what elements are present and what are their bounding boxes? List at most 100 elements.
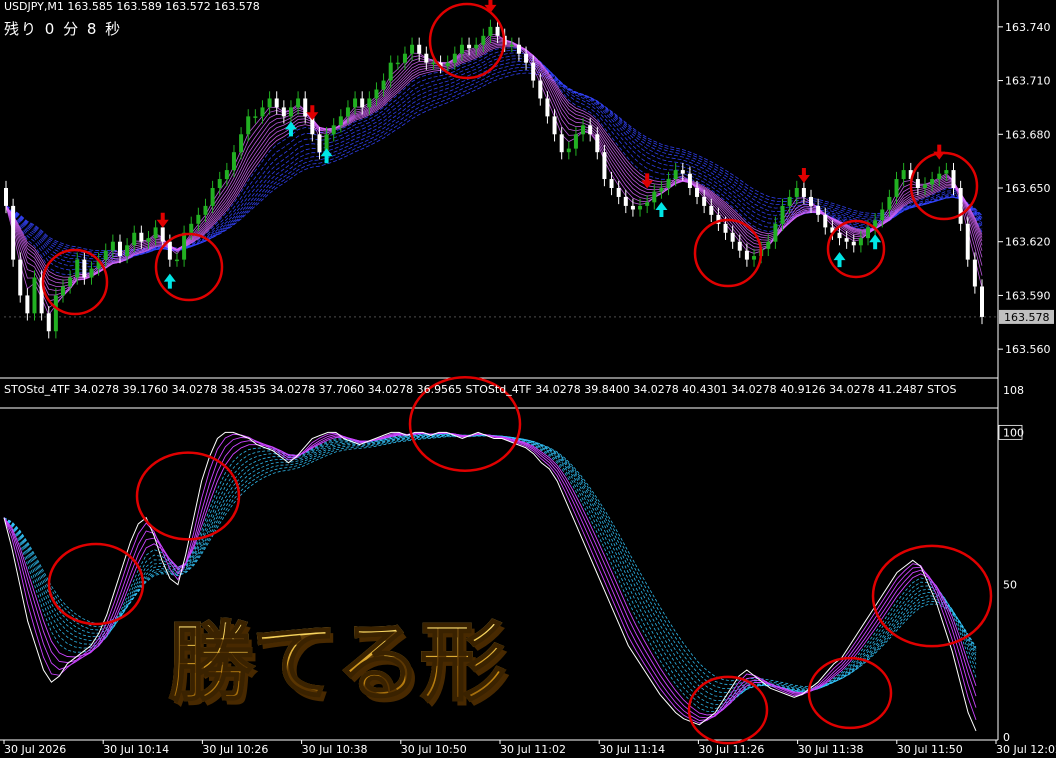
bull-candle (239, 134, 244, 153)
bull-candle (353, 98, 358, 108)
bear-candle (609, 179, 614, 188)
bear-candle (823, 214, 828, 228)
time-tick-label: 30 Jul 12:02 (996, 743, 1056, 756)
bull-candle (481, 35, 486, 45)
bull-candle (445, 62, 450, 67)
down-arrow-icon (156, 212, 169, 228)
bull-candle (153, 227, 158, 239)
bear-candle (744, 250, 749, 260)
time-tick-label: 30 Jul 11:02 (500, 743, 566, 756)
bull-candle (103, 250, 108, 260)
price-tick-label: 163.740 (1005, 21, 1051, 34)
bull-candle (189, 223, 194, 233)
bear-candle (695, 188, 700, 197)
time-tick-label: 30 Jul 11:38 (798, 743, 864, 756)
time-tick-label: 30 Jul 10:14 (103, 743, 169, 756)
highlight-circle (428, 2, 506, 80)
price-tick-label: 163.650 (1005, 182, 1051, 195)
bull-candle (125, 245, 130, 257)
bull-candle (345, 107, 350, 117)
slow-ma-line (5, 49, 983, 271)
bear-candle (851, 241, 856, 246)
price-tick-label: 163.710 (1005, 75, 1051, 88)
bear-candle (559, 134, 564, 153)
bear-candle (687, 173, 692, 188)
bear-candle (816, 205, 821, 215)
osc-tick-label: 100 (1003, 426, 1024, 439)
bear-candle (82, 259, 87, 278)
slow-ma-line (5, 52, 983, 268)
bull-candle (410, 44, 415, 54)
banner-text: 勝てる形 (167, 592, 507, 717)
up-arrow-icon (833, 252, 846, 268)
bear-candle (951, 170, 956, 188)
bear-candle (274, 98, 279, 108)
bear-candle (630, 205, 635, 210)
symbol-label: USDJPY,M1 163.585 163.589 163.572 163.57… (4, 0, 260, 13)
trading-chart[interactable]: 163.740 163.710 163.680 163.650 163.620 163.5… (0, 0, 1056, 758)
bull-candle (794, 188, 799, 197)
bear-candle (424, 53, 429, 63)
bull-candle (452, 53, 457, 63)
bar-timer: 残り 0 分 8 秒 (4, 20, 123, 38)
bull-candle (296, 98, 301, 108)
bear-candle (915, 179, 920, 188)
bear-candle (552, 116, 557, 135)
bear-candle (303, 98, 308, 117)
bull-candle (68, 277, 73, 287)
bull-candle (673, 170, 678, 180)
bull-candle (217, 179, 222, 188)
slow-ma-line (5, 72, 983, 252)
bull-candle (488, 26, 493, 36)
bear-candle (801, 188, 806, 197)
bear-candle (972, 259, 977, 287)
bull-candle (858, 238, 863, 246)
bull-candle (182, 232, 187, 260)
bear-candle (980, 286, 984, 317)
bull-candle (60, 286, 65, 296)
bear-candle (737, 241, 742, 251)
bull-candle (267, 98, 272, 108)
price-tick-label: 163.590 (1005, 289, 1051, 302)
bear-candle (18, 259, 23, 296)
down-arrow-icon (797, 167, 810, 183)
bull-candle (459, 44, 464, 54)
bear-candle (680, 170, 685, 174)
price-tick-label: 163.620 (1005, 236, 1051, 249)
time-tick-label: 30 Jul 11:50 (897, 743, 963, 756)
bull-candle (196, 214, 201, 224)
bear-candle (139, 232, 144, 242)
bull-candle (566, 148, 571, 153)
highlight-circle (135, 451, 241, 541)
bull-candle (210, 188, 215, 206)
bull-candle (866, 227, 871, 239)
fast-ma-line (5, 33, 983, 316)
last-price-label: 163.578 (1004, 311, 1050, 324)
indicator-label: STOStd_4TF 34.0278 39.1760 34.0278 38.45… (4, 383, 957, 396)
time-tick-label: 30 Jul 10:38 (302, 743, 368, 756)
time-tick-label: 30 Jul 11:26 (698, 743, 764, 756)
bull-candle (659, 188, 664, 192)
bull-candle (288, 107, 293, 117)
bear-candle (730, 232, 735, 242)
fast-ma-line (5, 37, 983, 302)
bear-candle (623, 196, 628, 206)
bear-candle (167, 241, 172, 260)
bull-candle (110, 241, 115, 251)
bull-candle (402, 53, 407, 63)
bear-candle (46, 313, 51, 332)
slow-ma-line (5, 55, 983, 265)
bull-candle (901, 170, 906, 180)
bull-candle (773, 223, 778, 242)
bear-candle (588, 125, 593, 135)
bear-candle (317, 134, 322, 153)
bear-candle (25, 295, 30, 314)
bull-candle (431, 62, 436, 65)
time-tick-label: 30 Jul 11:14 (599, 743, 665, 756)
bull-candle (780, 205, 785, 224)
bull-candle (253, 116, 258, 118)
osc-tick-label: 108 (1003, 384, 1024, 397)
bear-candle (844, 238, 849, 242)
bear-candle (723, 223, 728, 233)
bull-candle (930, 179, 935, 185)
